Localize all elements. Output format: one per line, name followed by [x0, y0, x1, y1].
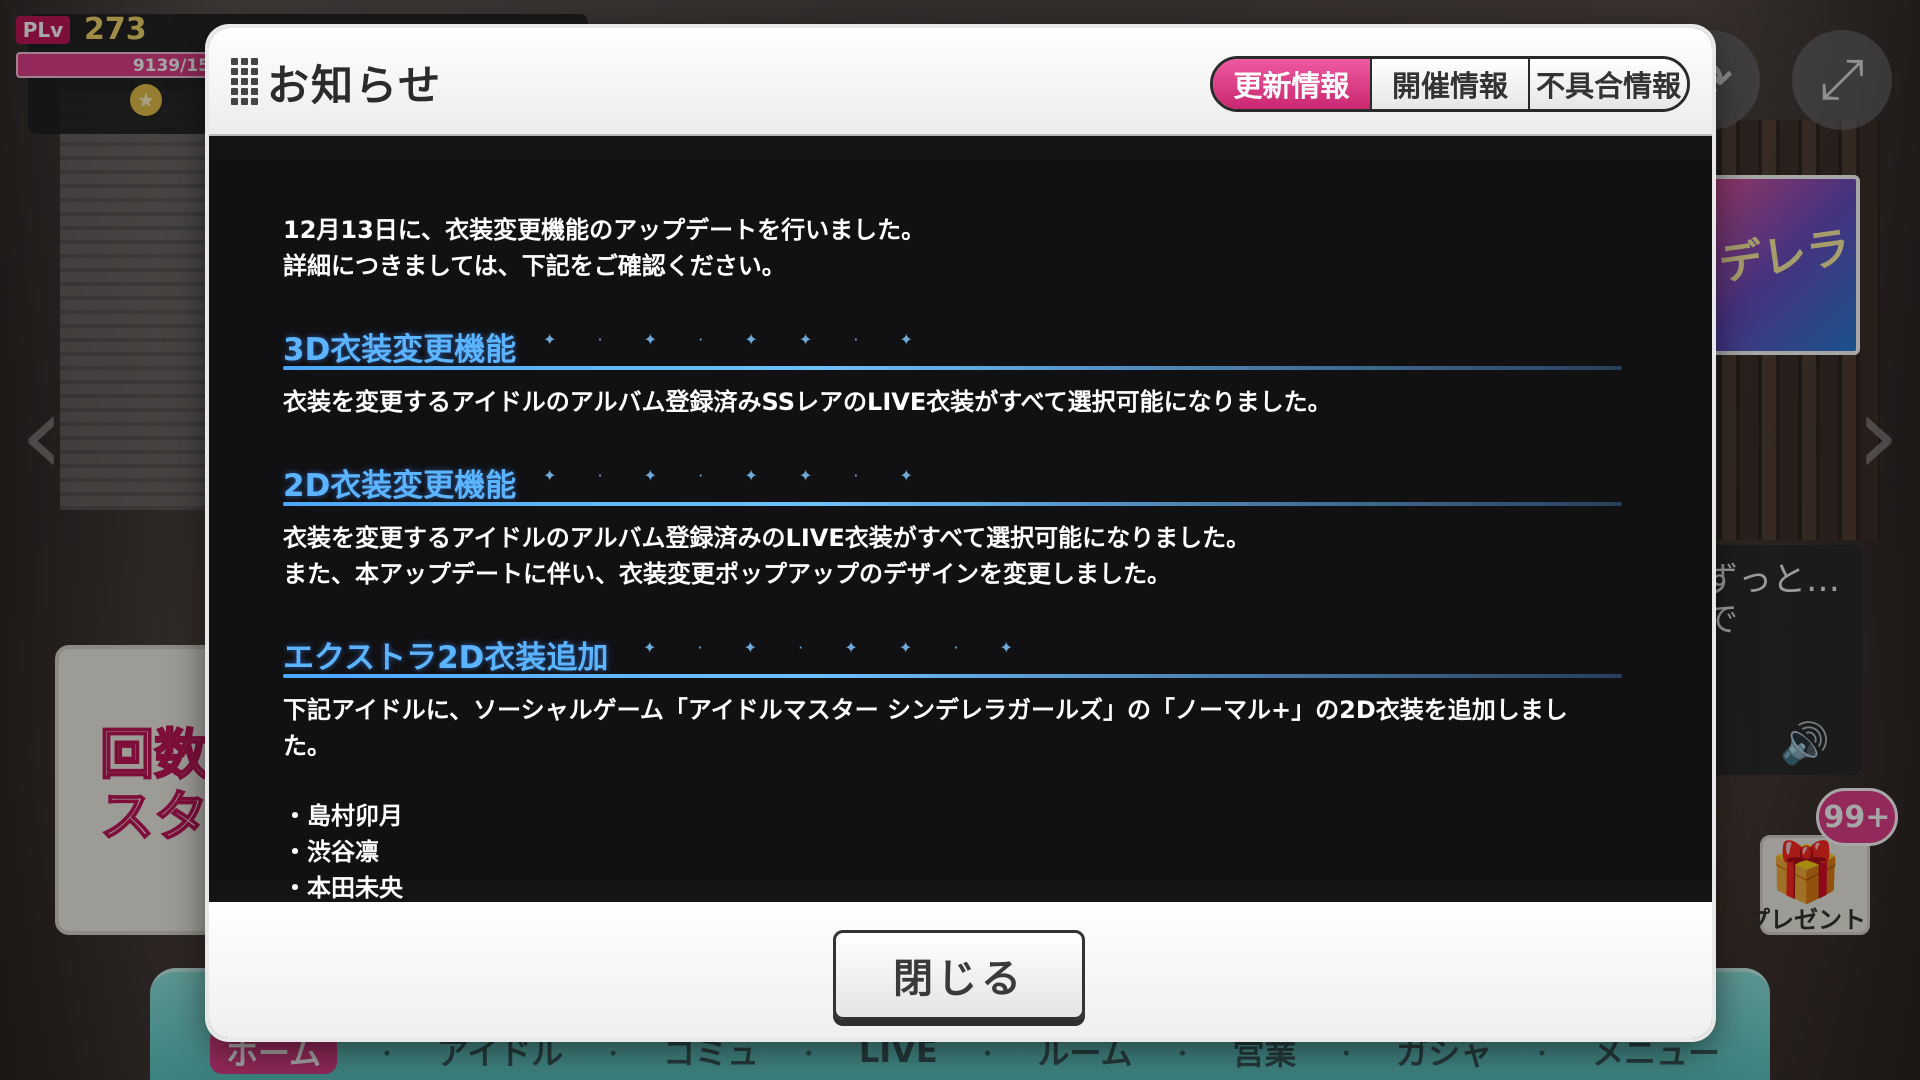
- list-item: ・本田未央: [283, 874, 403, 902]
- tab-bug-info[interactable]: 不具合情報: [1528, 59, 1687, 109]
- section-extra-2d-costume: エクストラ2D衣装追加 ✦ · ✦ · ✦ ✦ · ✦ 下記アイドルに、ソーシャ…: [283, 632, 1622, 906]
- list-item: ・渋谷凛: [283, 838, 379, 866]
- notice-tabs: 更新情報 開催情報 不具合情報: [1210, 56, 1690, 112]
- section-heading: 2D衣装変更機能 ✦ · ✦ · ✦ ✦ · ✦: [283, 460, 1622, 512]
- section-divider: [283, 366, 1622, 370]
- section-divider: [283, 502, 1622, 506]
- close-button[interactable]: 閉じる: [833, 930, 1085, 1020]
- section-3d-costume: 3D衣装変更機能 ✦ · ✦ · ✦ ✦ · ✦ 衣装を変更するアイドルのアルバ…: [283, 324, 1622, 420]
- tab-event-info[interactable]: 開催情報: [1369, 59, 1529, 109]
- list-item: ・島村卯月: [283, 802, 403, 830]
- section-text: 衣装を変更するアイドルのアルバム登録済みのLIVE衣装がすべて選択可能になりまし…: [283, 524, 1251, 552]
- section-2d-costume: 2D衣装変更機能 ✦ · ✦ · ✦ ✦ · ✦ 衣装を変更するアイドルのアルバ…: [283, 460, 1622, 592]
- dialog-header: お知らせ 更新情報 開催情報 不具合情報: [209, 28, 1712, 136]
- section-title: 3D衣装変更機能: [283, 332, 517, 368]
- section-text: 下記アイドルに、ソーシャルゲーム「アイドルマスター シンデレラガールズ」の「ノー…: [283, 696, 1568, 724]
- dialog-footer: 閉じる: [209, 902, 1712, 1038]
- sparkle-decoration: ✦ · ✦ · ✦ ✦ · ✦: [643, 638, 1031, 657]
- section-text: た。: [283, 732, 331, 760]
- tab-update-info[interactable]: 更新情報: [1213, 59, 1370, 109]
- intro-line: 12月13日に、衣装変更機能のアップデートを行いました。: [283, 216, 926, 244]
- section-title: 2D衣装変更機能: [283, 468, 517, 504]
- section-heading: エクストラ2D衣装追加 ✦ · ✦ · ✦ ✦ · ✦: [283, 632, 1622, 684]
- intro-line: 詳細につきましては、下記をご確認ください。: [283, 252, 786, 280]
- section-divider: [283, 674, 1622, 678]
- section-heading: 3D衣装変更機能 ✦ · ✦ · ✦ ✦ · ✦: [283, 324, 1622, 376]
- notice-content[interactable]: 12月13日に、衣装変更機能のアップデートを行いました。 詳細につきましては、下…: [209, 160, 1712, 902]
- dialog-title: お知らせ: [267, 61, 443, 110]
- grip-dots-icon: [231, 58, 261, 106]
- sparkle-decoration: ✦ · ✦ · ✦ ✦ · ✦: [543, 330, 931, 349]
- section-text: また、本アップデートに伴い、衣装変更ポップアップのデザインを変更しました。: [283, 560, 1171, 588]
- idol-list: ・島村卯月 ・渋谷凛 ・本田未央: [283, 798, 1622, 906]
- section-text: 衣装を変更するアイドルのアルバム登録済みSSレアのLIVE衣装がすべて選択可能に…: [283, 388, 1332, 416]
- section-title: エクストラ2D衣装追加: [283, 640, 609, 676]
- notice-dialog: お知らせ 更新情報 開催情報 不具合情報 12月13日に、衣装変更機能のアップデ…: [209, 28, 1712, 1038]
- sparkle-decoration: ✦ · ✦ · ✦ ✦ · ✦: [543, 466, 931, 485]
